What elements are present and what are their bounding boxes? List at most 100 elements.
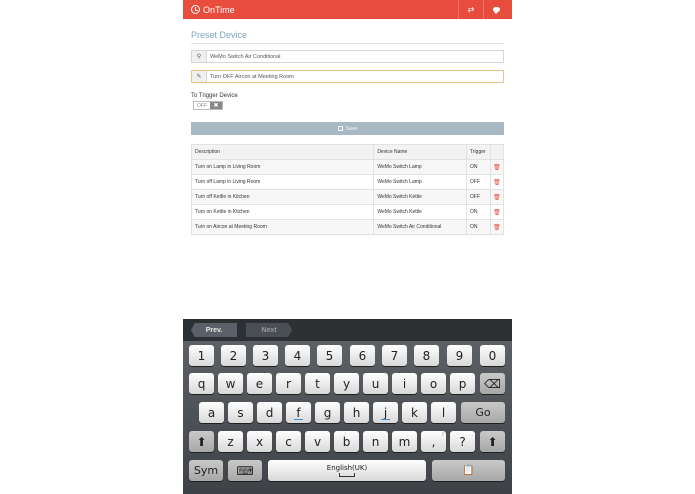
shift-key-left[interactable]: ⬆ — [189, 431, 214, 452]
chat-button[interactable] — [483, 0, 508, 19]
prev-button[interactable]: Prev. — [191, 323, 237, 337]
action-field[interactable]: ✎ — [191, 70, 504, 83]
trash-icon[interactable]: 🗑 — [489, 219, 505, 235]
cell-description: Turn off Kettle in Kitchen — [190, 189, 375, 205]
home-key-marker — [381, 419, 390, 420]
cell-device: WeMo Switch Kettle — [373, 189, 468, 205]
key-q[interactable]: q — [189, 373, 214, 394]
trigger-label: To Trigger Device — [191, 93, 238, 99]
key-3[interactable]: 3 — [253, 345, 278, 366]
go-key[interactable]: Go — [461, 402, 505, 423]
trash-icon[interactable]: 🗑 — [489, 204, 505, 220]
table-row[interactable]: Turn on Aircon at Meeting Room WeMo Swit… — [190, 219, 505, 235]
trash-icon[interactable]: 🗑 — [489, 159, 505, 175]
key-w[interactable]: w — [218, 373, 243, 394]
key-n[interactable]: n — [363, 431, 388, 452]
key-d[interactable]: d — [257, 402, 282, 423]
key-question-label: ? — [459, 434, 466, 449]
key-0[interactable]: 0 — [480, 345, 505, 366]
key-e[interactable]: e — [247, 373, 272, 394]
shift-key-right[interactable]: ⬆ — [480, 431, 505, 452]
app-window: OnTime ⇄ Preset Device ⚲ ✎ To Trigger De… — [183, 0, 512, 494]
key-z[interactable]: z — [218, 431, 243, 452]
cell-description: Turn on Kettle in Kitchen — [190, 204, 375, 220]
header-device-name: Device Name — [373, 144, 468, 160]
key-9[interactable]: 9 — [447, 345, 472, 366]
key-7[interactable]: 7 — [382, 345, 407, 366]
key-1[interactable]: 1 — [189, 345, 214, 366]
action-input[interactable] — [207, 71, 503, 82]
table-row[interactable]: Turn off Lamp in Living Room WeMo Switch… — [190, 174, 505, 190]
table-row[interactable]: Turn on Kettle in Kitchen WeMo Switch Ke… — [190, 204, 505, 220]
next-button[interactable]: Next — [246, 323, 292, 337]
key-c[interactable]: c — [276, 431, 301, 452]
key-l[interactable]: l — [431, 402, 456, 423]
page-title: Preset Device — [191, 30, 248, 40]
preset-table: Description Device Name Trigger Turn on … — [190, 144, 505, 235]
cell-device: WeMo Switch Lamp — [373, 174, 468, 190]
trigger-toggle[interactable]: OFF ✖ — [193, 101, 223, 110]
space-key[interactable]: English(UK) — [268, 460, 426, 481]
key-s[interactable]: s — [228, 402, 253, 423]
language-label: English(UK) — [326, 464, 368, 472]
cell-description: Turn on Aircon at Meeting Room — [190, 219, 375, 235]
home-key-marker — [294, 419, 303, 420]
key-a[interactable]: a — [199, 402, 224, 423]
brand[interactable]: OnTime — [191, 2, 235, 17]
edit-icon: ✎ — [192, 71, 207, 82]
cell-trigger: ON — [466, 219, 491, 235]
key-question-alt: . — [471, 432, 473, 438]
cell-description: Turn off Lamp in Living Room — [190, 174, 375, 190]
backspace-key[interactable]: ⌫ — [480, 373, 505, 394]
table-row[interactable]: Turn off Kettle in Kitchen WeMo Switch K… — [190, 189, 505, 205]
key-6[interactable]: 6 — [350, 345, 375, 366]
key-4[interactable]: 4 — [285, 345, 310, 366]
cell-device: WeMo Switch Lamp — [373, 159, 468, 175]
cell-trigger: OFF — [466, 174, 491, 190]
table-header-row: Description Device Name Trigger — [190, 144, 505, 160]
header-description: Description — [190, 144, 375, 160]
device-field[interactable]: ⚲ — [191, 50, 504, 63]
key-j[interactable]: j — [373, 402, 398, 423]
key-comma[interactable]: , ! — [421, 431, 446, 452]
cell-trigger: OFF — [466, 189, 491, 205]
key-f[interactable]: f — [286, 402, 311, 423]
space-bar-icon — [339, 473, 355, 477]
key-y[interactable]: y — [334, 373, 359, 394]
keyboard-settings-icon: ⌨ — [236, 463, 254, 478]
key-k[interactable]: k — [402, 402, 427, 423]
on-screen-keyboard: Prev. Next 1 2 3 4 5 6 7 8 9 0 q w e r t… — [183, 319, 512, 494]
key-m[interactable]: m — [392, 431, 417, 452]
key-8[interactable]: 8 — [414, 345, 439, 366]
top-bar: OnTime ⇄ — [183, 0, 512, 19]
key-question[interactable]: ? . — [450, 431, 475, 452]
trash-icon[interactable]: 🗑 — [489, 174, 505, 190]
clipboard-icon: 📋 — [462, 465, 475, 476]
shift-icon: ⬆ — [487, 434, 498, 449]
app-name: OnTime — [203, 4, 235, 15]
toggle-knob: ✖ — [210, 102, 222, 109]
keyboard-settings-key[interactable]: ⌨ — [228, 460, 262, 481]
key-p[interactable]: p — [450, 373, 475, 394]
key-x[interactable]: x — [247, 431, 272, 452]
clipboard-key[interactable]: 📋 — [432, 460, 505, 481]
key-r[interactable]: r — [276, 373, 301, 394]
table-row[interactable]: Turn on Lamp in Living Room WeMo Switch … — [190, 159, 505, 175]
key-v[interactable]: v — [305, 431, 330, 452]
key-o[interactable]: o — [421, 373, 446, 394]
device-input[interactable] — [207, 51, 503, 62]
key-u[interactable]: u — [363, 373, 388, 394]
sym-key[interactable]: Sym — [189, 460, 223, 481]
key-5[interactable]: 5 — [317, 345, 342, 366]
key-2[interactable]: 2 — [221, 345, 246, 366]
key-b[interactable]: b — [334, 431, 359, 452]
clock-icon — [191, 5, 200, 14]
trash-icon[interactable]: 🗑 — [489, 189, 505, 205]
key-t[interactable]: t — [305, 373, 330, 394]
key-g[interactable]: g — [315, 402, 340, 423]
key-i[interactable]: i — [392, 373, 417, 394]
divider — [191, 43, 504, 44]
shuffle-button[interactable]: ⇄ — [458, 0, 483, 19]
save-button[interactable]: Save — [191, 122, 504, 135]
key-h[interactable]: h — [344, 402, 369, 423]
